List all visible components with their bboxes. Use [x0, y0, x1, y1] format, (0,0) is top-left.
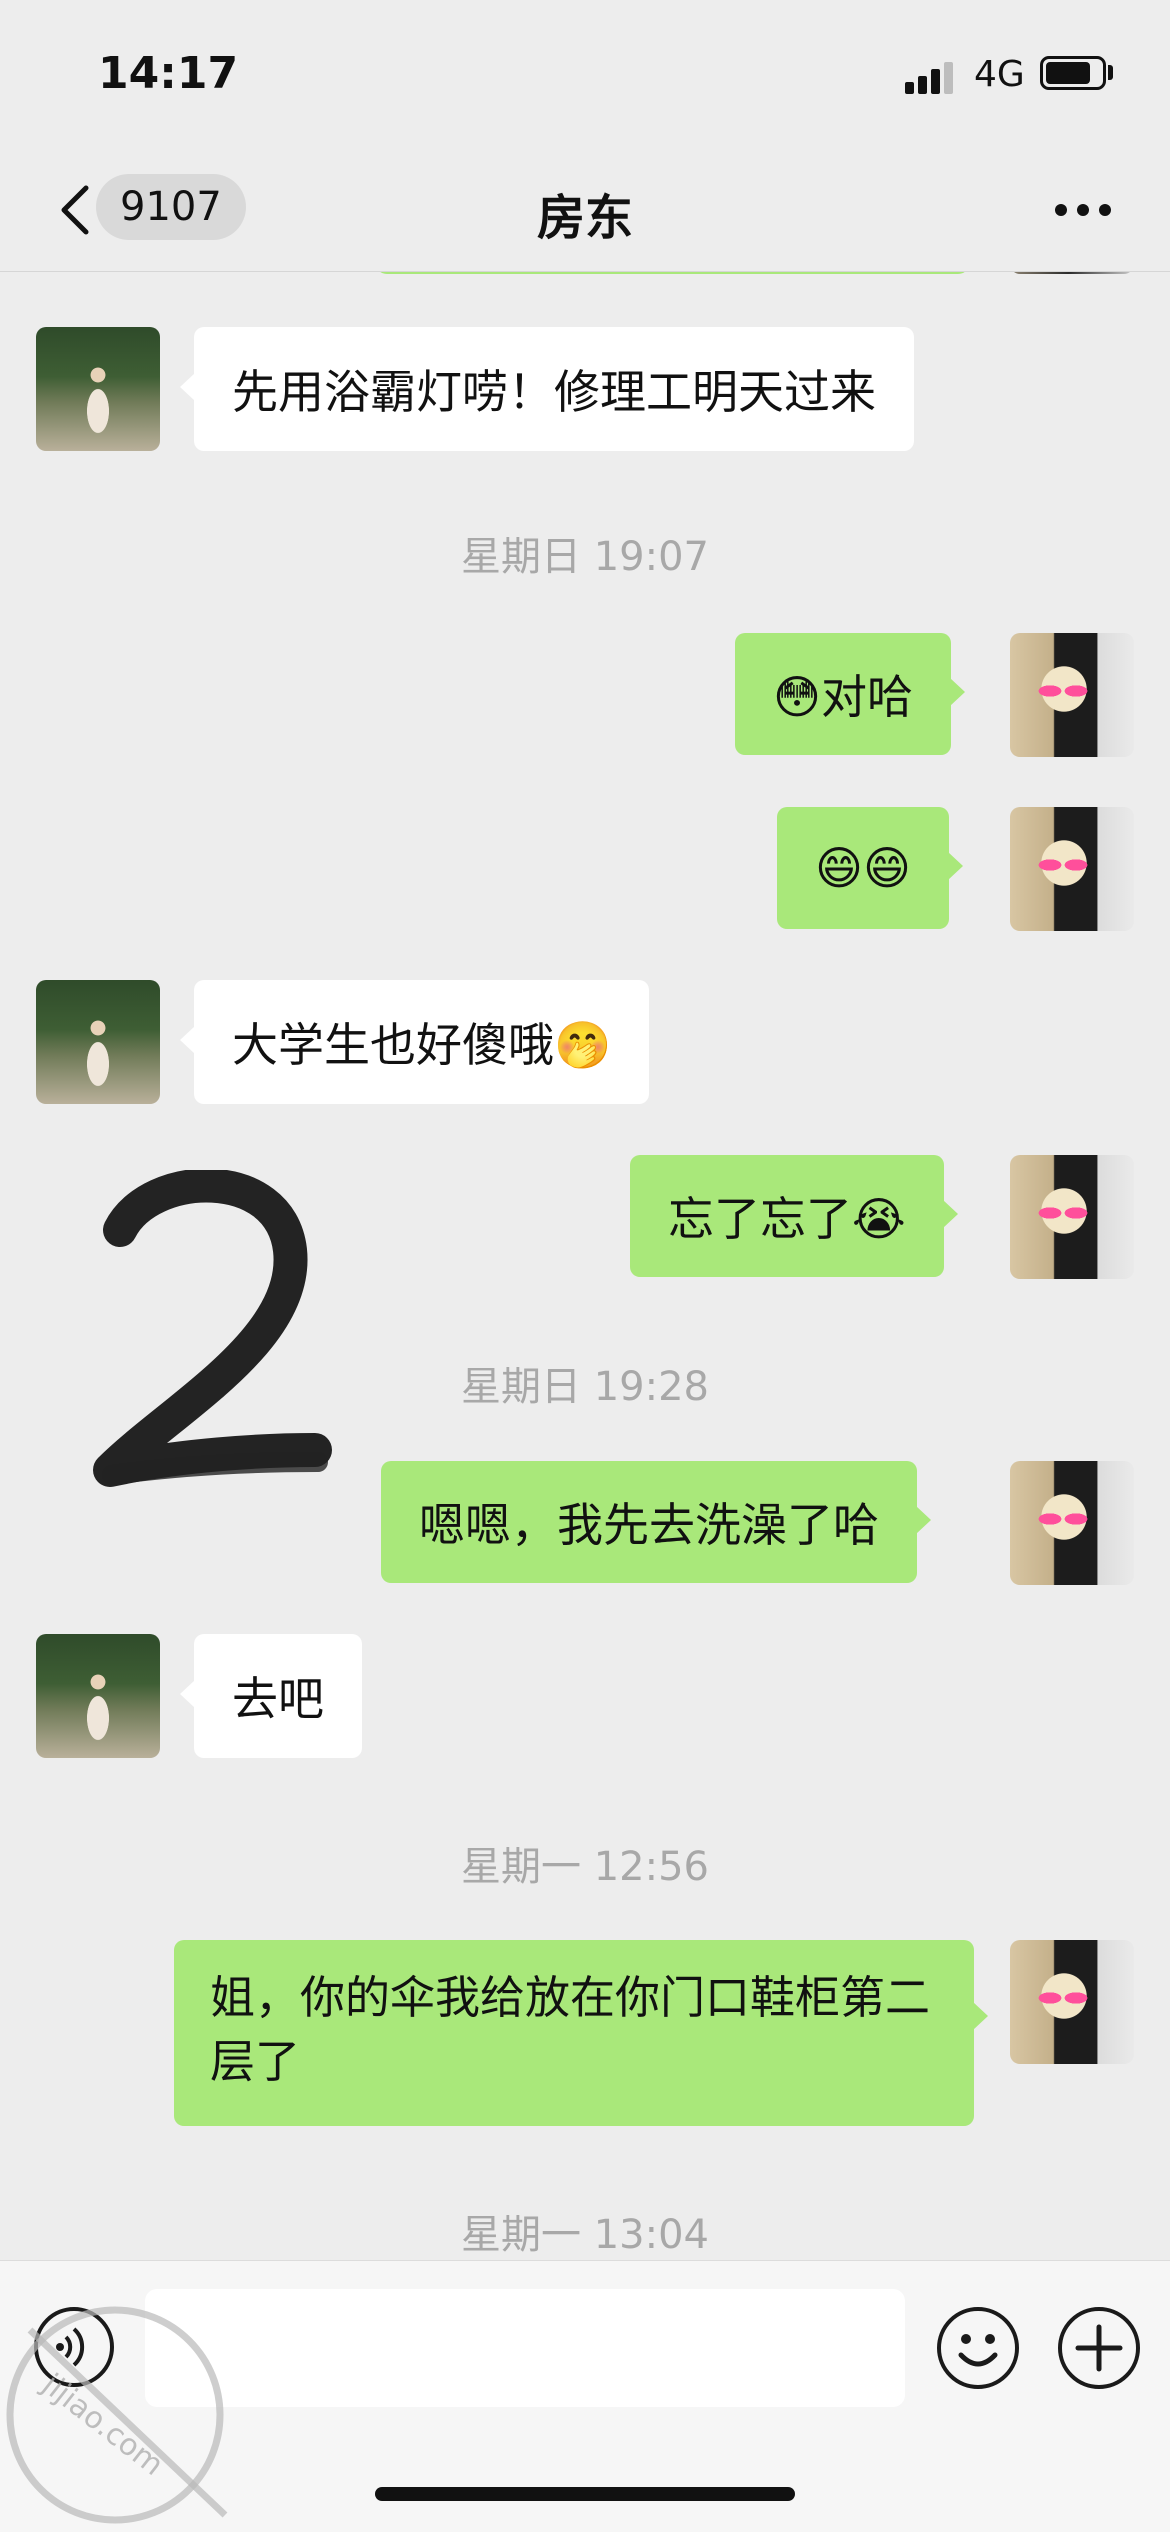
watermark-text: jijiao.com: [35, 2367, 170, 2483]
message-timestamp: 星期一 13:04: [461, 2212, 709, 2258]
avatar-self-partial: [1010, 272, 1134, 274]
avatar-landlord[interactable]: [36, 1634, 160, 1758]
more-dots-icon[interactable]: [1055, 200, 1115, 220]
message-timestamp: 星期日 19:07: [461, 534, 709, 580]
message-bubble-received[interactable]: 先用浴霸灯唠！修理工明天过来: [194, 327, 914, 451]
message-bubble-sent[interactable]: 嗯嗯，我先去洗澡了哈: [381, 1461, 917, 1583]
avatar-self[interactable]: [1010, 807, 1134, 931]
avatar-self[interactable]: [1010, 1155, 1134, 1279]
plus-icon[interactable]: [1058, 2307, 1140, 2389]
scribble-overlay: [93, 1170, 332, 1487]
watermark-stamp: jijiao.com: [6, 2306, 228, 2524]
avatar-landlord[interactable]: [36, 327, 160, 451]
network-label: 4G: [974, 54, 1025, 95]
home-indicator[interactable]: [375, 2487, 795, 2501]
message-bubble-partial: [375, 272, 970, 274]
message-timestamp: 星期一 12:56: [461, 1844, 709, 1890]
status-bar: 14:17 4G: [0, 0, 1170, 150]
message-bubble-sent[interactable]: 😄😄: [777, 807, 949, 929]
chat-title: 房东: [536, 190, 633, 246]
avatar-self[interactable]: [1010, 633, 1134, 757]
emoji-icon[interactable]: [937, 2307, 1019, 2389]
message-input[interactable]: [145, 2289, 905, 2407]
message-bubble-received[interactable]: 大学生也好傻哦🤭: [194, 980, 650, 1104]
avatar-self[interactable]: [1010, 1461, 1134, 1585]
status-time: 14:17: [98, 48, 239, 99]
message-bubble-received[interactable]: 去吧: [194, 1634, 362, 1758]
battery-cap: [1108, 65, 1113, 80]
avatar-landlord[interactable]: [36, 980, 160, 1104]
message-bubble-sent[interactable]: 姐，你的伞我给放在你门口鞋柜第二层了: [174, 1940, 988, 2126]
avatar-self[interactable]: [1010, 1940, 1134, 2064]
message-bubble-sent[interactable]: 忘了忘了😭: [630, 1155, 944, 1277]
battery-icon: [1040, 56, 1106, 90]
nav-bar: 9107 房东: [0, 150, 1170, 272]
signal-icon: [905, 60, 955, 94]
chat-screen: 14:17 4G 9107 房东 先用浴霸灯唠！修理工明天过来 星期日 19:0…: [0, 0, 1170, 2532]
message-bubble-sent[interactable]: 😳对哈: [735, 633, 951, 755]
